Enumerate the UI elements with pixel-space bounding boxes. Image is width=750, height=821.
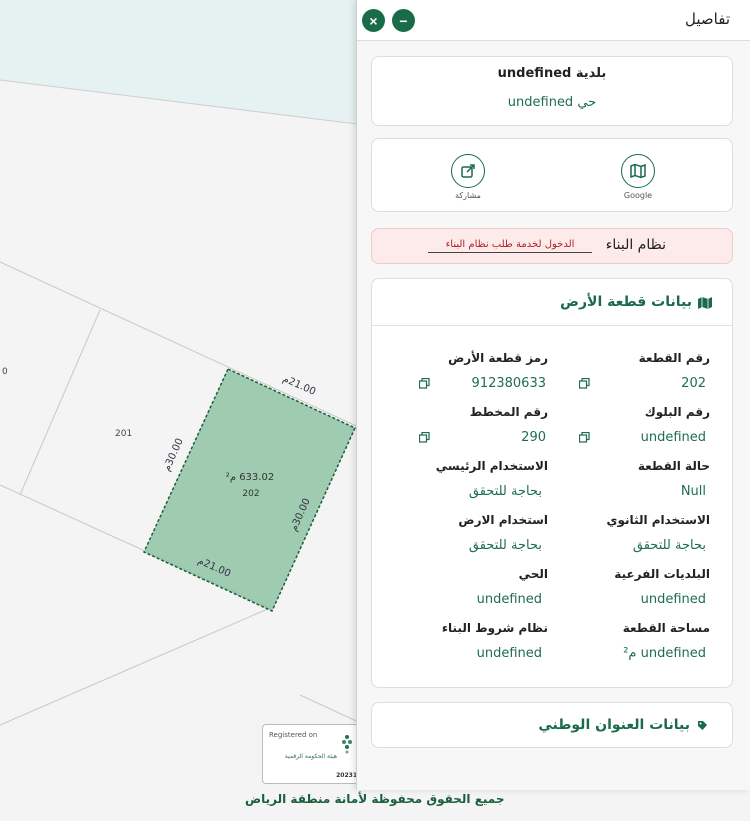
minimize-button[interactable]: − — [392, 9, 415, 32]
land-use-label: استخدام الارض — [458, 513, 548, 527]
building-system-card: نظام البناء الدخول لخدمة طلب نظام البناء — [371, 228, 733, 264]
panel-title: تفاصيل — [685, 10, 730, 28]
plot-number-label: رقم القطعة — [638, 351, 710, 365]
plan-number-label: رقم المخطط — [469, 405, 548, 419]
google-label: Google — [623, 191, 653, 200]
map-icon — [630, 163, 646, 179]
plot-status-label: حالة القطعة — [637, 459, 710, 473]
sub-municipality-label: البلديات الفرعية — [614, 567, 710, 581]
plot-code-value: 912380633 — [471, 376, 546, 391]
plot-area-label: مساحة القطعة — [622, 621, 710, 635]
plot-code-label: رمز قطعة الأرض — [448, 351, 548, 365]
national-address-card[interactable]: بيانات العنوان الوطني — [371, 702, 733, 748]
registration-number: 20231 — [336, 772, 357, 779]
parcel-area-label: 633.02 م² — [226, 472, 274, 483]
plan-number-value: 290 — [521, 430, 546, 445]
parcel-number-201: 201 — [115, 429, 132, 439]
actions-card: Google مشاركة — [371, 138, 733, 212]
registration-badge: Registered on هيئة الحكومة الرقمية 20231 — [262, 724, 362, 784]
share-button[interactable]: مشاركة — [438, 154, 498, 200]
building-conditions-value: undefined — [476, 646, 542, 661]
copy-icon[interactable] — [419, 378, 430, 389]
municipality-card: بلدية undefined حي undefined — [371, 56, 733, 126]
secondary-use-value: بحاجة للتحقق — [632, 538, 706, 553]
neighborhood-name: حي undefined — [507, 95, 597, 110]
land-data-header[interactable]: بيانات قطعة الأرض — [372, 279, 732, 326]
close-button[interactable]: × — [362, 9, 385, 32]
copy-icon[interactable] — [579, 378, 590, 389]
share-label: مشاركة — [455, 191, 481, 200]
plot-status-value: Null — [680, 484, 706, 499]
plot-area-value: undefined م² — [623, 646, 706, 661]
copy-icon[interactable] — [419, 432, 430, 443]
municipality-name: بلدية undefined — [497, 66, 607, 81]
main-use-value: بحاجة للتحقق — [468, 484, 542, 499]
building-conditions-label: نظام شروط البناء — [441, 621, 548, 635]
building-system-title: نظام البناء — [605, 237, 666, 253]
national-address-title: بيانات العنوان الوطني — [538, 717, 690, 733]
close-icon: × — [369, 12, 378, 29]
digital-government-logo-icon — [342, 735, 352, 754]
land-use-value: بحاجة للتحقق — [468, 538, 542, 553]
google-maps-button[interactable]: Google — [608, 154, 668, 200]
minimize-icon: − — [399, 12, 408, 29]
land-data-title: بيانات قطعة الأرض — [560, 294, 692, 310]
parcel-edge-label: 0 — [2, 367, 8, 377]
tag-icon — [698, 721, 707, 730]
main-use-label: الاستخدام الرئيسي — [435, 459, 548, 473]
sub-municipality-value: undefined — [640, 592, 706, 607]
plot-number-value: 202 — [681, 376, 706, 391]
block-number-label: رقم البلوك — [644, 405, 710, 419]
parcel-number-202: 202 — [242, 489, 259, 499]
panel-header: تفاصيل − × — [357, 0, 750, 41]
details-panel: تفاصيل − × بلدية undefined حي undefined … — [356, 0, 750, 790]
building-system-link[interactable]: الدخول لخدمة طلب نظام البناء — [428, 239, 592, 253]
district-label: الحي — [518, 567, 548, 581]
registration-org: هيئة الحكومة الرقمية — [284, 753, 337, 760]
land-data-card: بيانات قطعة الأرض رقم القطعة رمز قطعة ال… — [371, 278, 733, 688]
secondary-use-label: الاستخدام الثانوي — [606, 513, 710, 527]
district-value: undefined — [476, 592, 542, 607]
block-number-value: undefined — [640, 430, 706, 445]
map-icon — [698, 297, 712, 309]
copy-icon[interactable] — [579, 432, 590, 443]
copyright-text: جميع الحقوق محفوظة لأمانة منطقة الرياض — [245, 792, 505, 806]
share-icon — [461, 164, 475, 178]
